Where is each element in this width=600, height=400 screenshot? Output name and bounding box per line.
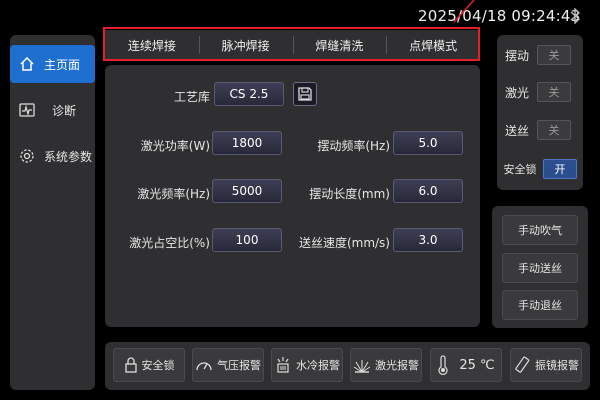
gear-icon — [18, 147, 36, 165]
toggle-label: 送丝 — [504, 123, 529, 138]
manual-retract-button[interactable]: 手动退丝 — [502, 290, 578, 320]
toggle-label: 激光 — [504, 85, 529, 100]
water-cooler-icon — [277, 357, 289, 373]
temperature-value: 25 ℃ — [459, 357, 495, 373]
laser-toggle[interactable]: 关 — [537, 82, 571, 102]
swing-freq-label: 摆动频率(Hz) — [317, 139, 390, 153]
nav-item-home[interactable]: 主页面 — [10, 45, 95, 83]
thermometer-icon — [438, 355, 448, 375]
manual-panel: 手动吹气 手动送丝 手动退丝 — [492, 206, 588, 328]
toggle-label: 摆动 — [504, 48, 529, 63]
bluetooth-icon — [570, 8, 581, 24]
annotation-stroke — [453, 0, 475, 23]
laser-icon — [353, 360, 371, 373]
temperature-display: 25 ℃ — [430, 348, 502, 382]
feed-speed-label: 送丝速度(mm/s) — [298, 236, 390, 250]
toggle-label: 安全锁 — [503, 163, 537, 176]
feed-speed-field[interactable]: 3.0 — [393, 228, 463, 252]
sidebar-nav: 主页面 诊断 系统参数 — [10, 35, 95, 390]
alarm-air-pressure: 气压报警 — [192, 348, 264, 382]
toggle-row-laser: 激光 关 — [497, 79, 583, 105]
alarm-bar: 安全锁 气压报警 水冷报警 激光报警 25 ℃ 振镜报警 — [105, 342, 590, 390]
alarm-galvo: 振镜报警 — [510, 348, 582, 382]
alarm-water-cooling: 水冷报警 — [271, 348, 343, 382]
laser-power-field[interactable]: 1800 — [212, 131, 282, 155]
process-library-label: 工艺库 — [173, 90, 210, 104]
alarm-label: 安全锁 — [141, 359, 175, 372]
alarm-label: 水冷报警 — [296, 359, 340, 372]
toggle-row-swing: 摆动 关 — [497, 42, 583, 68]
duty-cycle-label: 激光占空比(%) — [129, 236, 210, 250]
alarm-label: 振镜报警 — [535, 359, 579, 372]
duty-cycle-field[interactable]: 100 — [212, 228, 282, 252]
tab-highlight-frame — [103, 27, 480, 61]
safety-lock-toggle[interactable]: 开 — [543, 159, 577, 179]
datetime-display: 2025/04/18 09:24:43 — [418, 7, 581, 25]
home-icon — [18, 55, 36, 73]
lock-icon — [124, 357, 137, 373]
gauge-icon — [196, 362, 212, 371]
nav-item-system-params[interactable]: 系统参数 — [10, 137, 95, 175]
swing-length-label: 摆动长度(mm) — [309, 187, 390, 201]
alarm-safety-lock: 安全锁 — [113, 348, 185, 382]
alarm-laser: 激光报警 — [350, 348, 422, 382]
alarm-label: 气压报警 — [217, 359, 261, 372]
toggle-row-wire-feed: 送丝 关 — [497, 117, 583, 143]
process-library-field[interactable]: CS 2.5 — [214, 82, 284, 106]
pulse-icon — [18, 101, 36, 119]
alarm-label: 激光报警 — [375, 359, 419, 372]
galvo-icon — [515, 356, 530, 373]
nav-item-label: 诊断 — [52, 103, 77, 118]
nav-item-label: 主页面 — [44, 57, 81, 72]
laser-freq-label: 激光频率(Hz) — [137, 187, 210, 201]
manual-feed-button[interactable]: 手动送丝 — [502, 253, 578, 283]
swing-freq-field[interactable]: 5.0 — [393, 131, 463, 155]
nav-item-label: 系统参数 — [44, 149, 93, 164]
swing-length-field[interactable]: 6.0 — [393, 179, 463, 203]
toggle-row-safety-lock: 安全锁 开 — [497, 156, 583, 182]
save-button[interactable] — [293, 82, 317, 106]
swing-toggle[interactable]: 关 — [537, 45, 571, 65]
wire-feed-toggle[interactable]: 关 — [537, 120, 571, 140]
save-icon — [298, 87, 312, 101]
laser-freq-field[interactable]: 5000 — [212, 179, 282, 203]
laser-power-label: 激光功率(W) — [140, 139, 210, 153]
manual-blow-button[interactable]: 手动吹气 — [502, 215, 578, 245]
nav-item-diagnosis[interactable]: 诊断 — [10, 91, 95, 129]
toggle-panel: 摆动 关 激光 关 送丝 关 安全锁 开 — [497, 35, 583, 190]
